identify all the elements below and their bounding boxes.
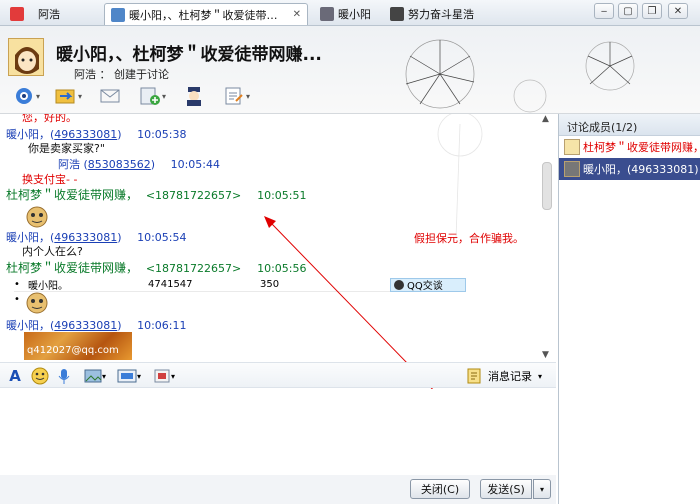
member-item[interactable]: 暖小阳，(496333081) [559,158,700,180]
chevron-down-icon: ▾ [538,371,543,381]
message-history-button[interactable]: 消息记录 ▾ [466,367,550,385]
minimize-button[interactable]: ‒ [594,3,614,19]
voice-icon[interactable] [54,367,74,385]
font-icon[interactable]: A [6,367,24,385]
qq-number-link[interactable]: 853083562 [88,158,151,171]
avatar-icon [320,7,334,21]
message-body: 换支付宝- - [22,173,78,186]
send-button[interactable]: 发送(S) [480,479,532,499]
message-header: 阿浩 (853083562) 10:05:44 [58,158,220,171]
camera-icon[interactable]: ▾ [6,84,46,108]
members-header: 讨论成员(1/2) [559,114,700,136]
member-item[interactable]: 杜柯梦＂收爱徒带网赚， [559,136,700,158]
emoticon-picker-icon[interactable] [30,367,50,385]
close-tab-icon[interactable]: ✕ [293,9,301,20]
qq-number-link[interactable]: 496333081 [54,319,117,332]
notes-icon[interactable]: ▾ [216,84,256,108]
tab-nulifendou[interactable]: 努力奋斗星浩 [384,3,484,25]
message-body: 内个人在么? [22,245,83,258]
scroll-thumb[interactable] [542,162,552,210]
table-row: • 暖小阳。 4741547 350 QQ交谈 [14,277,466,292]
emoticon-icon [26,206,48,231]
send-options-chevron-icon[interactable]: ▾ [533,479,551,499]
dandelion-watermark [437,114,483,240]
close-button[interactable]: 关闭(C) [410,479,470,499]
tab-group-chat[interactable]: 暖小阳，、杜柯梦＂收爱徒带网赚... ✕ [104,3,308,25]
qq-penguin-icon [394,279,404,290]
annotation-text: 假担保元，合作骗我。 [414,232,524,245]
format-toolbar: A ▾ ▾ ▾ 消息记录 ▾ [0,362,556,388]
message-header: 杜柯梦＂收爱徒带网赚， <18781722657> 10:05:51 [6,188,307,202]
add-contact-icon[interactable]: ▾ [132,84,172,108]
message-header: 杜柯梦＂收爱徒带网赚， <18781722657> 10:05:56 [6,261,307,275]
maximize-button[interactable]: ▢ [618,3,638,19]
message-body: 你是卖家买家?" [28,142,105,155]
police-icon[interactable] [174,84,214,108]
screenshot-icon[interactable]: ▾ [114,367,144,385]
chat-header: 暖小阳，、杜柯梦＂收爱徒带网赚... 阿浩 ： 创建于讨论 ▾ ▾ ▾ ▾ [0,26,700,114]
message-header: 暖小阳，(496333081) 10:06:11 [6,319,187,332]
file-transfer-icon[interactable]: ▾ [48,84,88,108]
group-chat-icon [111,7,125,22]
group-avatar[interactable] [8,38,44,76]
message-input[interactable] [0,389,556,475]
avatar [564,139,580,155]
avatar-icon [390,7,404,21]
emoticon-icon [26,292,48,317]
qq-penguin-icon [10,7,24,21]
tab-nuanxiaoyang[interactable]: 暖小阳 [314,3,380,25]
qq-chat-button[interactable]: QQ交谈 [390,277,466,292]
scroll-down-icon[interactable]: ▼ [542,350,549,360]
tab-bar: 阿浩 暖小阳，、杜柯梦＂收爱徒带网赚... ✕ 暖小阳 努力奋斗星浩 ‒ ▢ ❐… [0,0,700,26]
creator-info: 阿浩 ： 创建于讨论 [74,68,169,81]
restore-button[interactable]: ❐ [642,3,662,19]
chat-scrollbar[interactable]: ▲ ▼ [540,114,554,362]
scroll-up-icon[interactable]: ▲ [542,114,549,124]
page-title: 暖小阳，、杜柯梦＂收爱徒带网赚... [56,45,322,65]
close-window-button[interactable]: ✕ [668,3,688,19]
avatar [564,161,580,177]
mail-icon[interactable] [90,84,130,108]
message-history[interactable]: 您，好的。 暖小阳，(496333081) 10:05:38 你是卖家买家?" … [0,114,556,362]
tab-ahao[interactable]: 阿浩 [4,3,98,25]
shake-icon[interactable]: ▾ [150,367,178,385]
image-icon[interactable]: ▾ [82,367,108,385]
members-panel: 讨论成员(1/2) 杜柯梦＂收爱徒带网赚， 暖小阳，(496333081) [558,114,700,504]
history-icon [467,368,481,384]
action-bar: 关闭(C) 发送(S) ▾ [0,475,556,504]
header-toolbar: ▾ ▾ ▾ ▾ [6,84,256,108]
shared-image[interactable]: q412027@qq.com [24,332,132,360]
dandelion-decoration [405,39,635,113]
